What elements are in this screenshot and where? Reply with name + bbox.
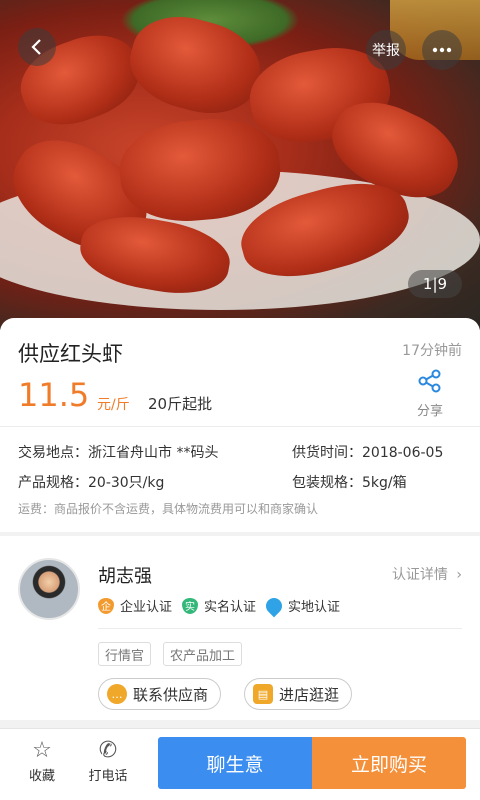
contact-supplier-label: 联系供应商 [133,685,209,704]
spec-label: 产品规格： [18,475,88,491]
price: 11.5 [18,376,90,414]
chat-business-button[interactable]: 聊生意 [158,737,312,789]
star-icon: ☆ [32,738,52,763]
badge-enterprise: 企 企业认证 [98,596,172,615]
visit-shop-button[interactable]: ▤ 进店逛逛 [244,678,353,710]
trade-location: 交易地点：浙江省舟山市 **码头 [18,442,218,462]
tag: 行情官 [98,642,152,666]
badge-label: 企业认证 [120,600,173,615]
spec-value: 20-30只/kg [88,475,165,491]
divider [98,628,462,629]
visit-shop-label: 进店逛逛 [279,685,340,704]
badge-realname: 实 实名认证 [182,596,256,615]
supply-time-value: 2018-06-05 [362,445,444,461]
call-label: 打电话 [88,769,128,784]
phone-icon: ✆ [98,738,118,763]
share-button[interactable]: 分享 [408,368,452,419]
back-button[interactable] [18,28,56,66]
more-button[interactable] [422,30,462,70]
back-chevron-icon [31,39,41,55]
product-card: 供应红头虾 17分钟前 11.5 元/斤 20斤起批 分享 交易地点：浙江省舟山… [0,318,480,532]
favorite-label: 收藏 [28,769,55,784]
product-spec: 产品规格：20-30只/kg [18,472,164,492]
min-order: 20斤起批 [148,395,213,413]
supply-time: 供货时间：2018-06-05 [292,442,443,462]
seller-name: 胡志强 [98,566,152,587]
trade-location-value: 浙江省舟山市 **码头 [88,445,219,461]
location-pin-icon [262,594,286,617]
product-title: 供应红头虾 [18,342,123,366]
price-unit: 元/斤 [97,397,130,413]
divider [0,426,480,427]
report-button[interactable]: 举报 [366,30,406,70]
chat-bubble-icon: … [107,684,127,704]
favorite-button[interactable]: ☆ 收藏 [14,737,70,784]
image-pager: 1|9 [408,270,462,298]
chevron-right-icon: › [456,567,462,583]
realname-cert-icon: 实 [182,597,198,614]
cert-detail-link[interactable]: 认证详情 › [392,564,462,584]
buy-now-button[interactable]: 立即购买 [312,737,466,789]
share-label: 分享 [416,404,443,419]
avatar[interactable] [18,558,80,620]
shipping-note: 运费：商品报价不含运费，具体物流费用可以和商家确认 [18,502,319,516]
bottom-action-bar: ☆ 收藏 ✆ 打电话 聊生意 立即购买 [0,728,480,800]
package-spec: 包装规格：5kg/箱 [292,472,407,492]
shop-icon: ▤ [253,684,273,704]
more-dots-icon [432,47,452,53]
share-icon [418,369,441,393]
supply-time-label: 供货时间： [292,445,362,461]
cert-detail-label: 认证详情 [391,567,448,583]
badge-label: 实名认证 [204,600,257,615]
product-image-carousel[interactable]: 举报 1|9 [0,0,480,330]
tag: 农产品加工 [163,642,243,666]
package-value: 5kg/箱 [362,475,407,491]
enterprise-cert-icon: 企 [98,597,114,614]
call-button[interactable]: ✆ 打电话 [80,737,136,784]
post-time: 17分钟前 [402,343,462,359]
contact-supplier-button[interactable]: … 联系供应商 [98,678,222,710]
badge-label: 实地认证 [288,600,341,615]
badge-onsite: 实地认证 [262,594,341,617]
seller-card: 胡志强 认证详情 › 企 企业认证 实 实名认证 实地认证 行情官 农产品加工 … [0,536,480,720]
package-label: 包装规格： [292,475,362,491]
trade-location-label: 交易地点： [18,445,88,461]
